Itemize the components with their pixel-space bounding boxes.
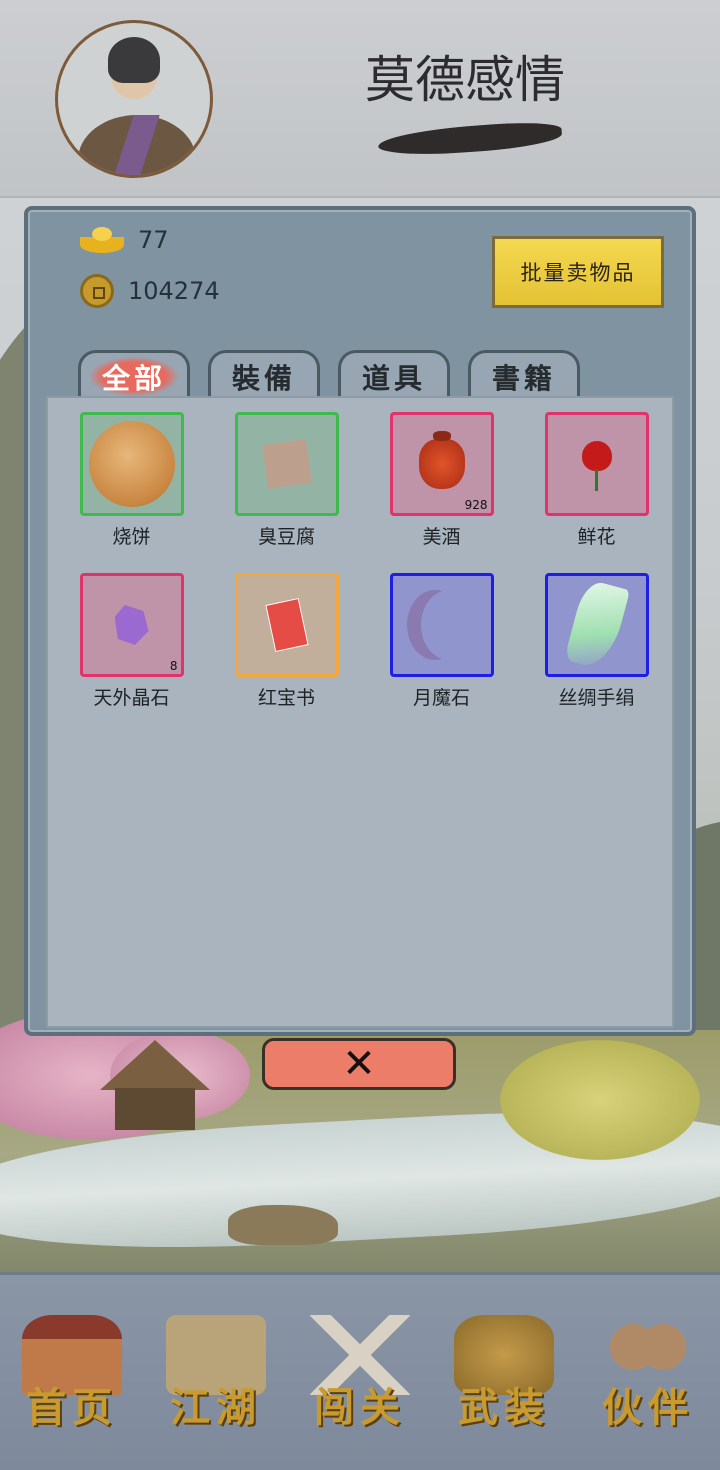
item-grid-area: 烧饼 臭豆腐 928 美酒 鲜花 8 天外晶石 红宝书 月魔石 丝绸手绢	[46, 396, 674, 1028]
item-slot[interactable]	[389, 573, 494, 677]
nav-home[interactable]: 首页	[0, 1275, 144, 1470]
nav-label: 首页	[26, 1384, 118, 1431]
nav-equipment[interactable]: 武装	[432, 1275, 576, 1470]
nav-label: 武装	[458, 1384, 550, 1431]
item-slot[interactable]	[234, 573, 339, 677]
item-slot[interactable]	[544, 573, 649, 677]
green-tree	[500, 1040, 700, 1160]
tofu-icon	[261, 439, 312, 489]
red-book-icon	[264, 597, 309, 653]
item-slot[interactable]	[79, 412, 184, 516]
item-name: 烧饼	[112, 526, 151, 548]
item-name: 月魔石	[412, 687, 470, 709]
item-name: 天外晶石	[93, 687, 170, 709]
player-header: 莫德感情	[0, 0, 720, 198]
gold-ingot-count: 77	[138, 226, 169, 254]
tab-props[interactable]: 道具	[338, 350, 450, 400]
inventory-panel: 77 104274 批量卖物品 全部 裝備 道具 書籍 烧饼 臭豆腐 928 美…	[24, 206, 696, 1036]
item-name: 红宝书	[257, 687, 315, 709]
inventory-tabs: 全部 裝備 道具 書籍	[78, 350, 580, 400]
close-icon: ✕	[342, 1041, 376, 1087]
nav-challenge[interactable]: 闯关	[288, 1275, 432, 1470]
tab-all[interactable]: 全部	[78, 350, 190, 400]
moon-stone-icon	[421, 590, 477, 660]
player-avatar[interactable]	[55, 20, 213, 178]
player-name: 莫德感情	[365, 51, 565, 109]
item-slot[interactable]	[544, 412, 649, 516]
thatched-hut	[100, 1040, 210, 1130]
item-quantity: 928	[464, 498, 488, 512]
silk-handkerchief-icon	[563, 578, 630, 672]
gold-ingot-icon	[80, 227, 124, 253]
item-name: 鲜花	[577, 526, 616, 548]
inventory-item[interactable]: 鲜花	[519, 412, 674, 549]
rose-icon	[581, 441, 612, 492]
close-button[interactable]: ✕	[262, 1038, 456, 1090]
nav-label: 江湖	[170, 1384, 262, 1431]
item-name: 美酒	[422, 526, 461, 548]
bulk-sell-button[interactable]: 批量卖物品	[492, 236, 664, 308]
inventory-item[interactable]: 928 美酒	[364, 412, 519, 549]
nav-jianghu[interactable]: 江湖	[144, 1275, 288, 1470]
inventory-item[interactable]: 烧饼	[54, 412, 209, 549]
nav-companions[interactable]: 伙伴	[576, 1275, 720, 1470]
inventory-item[interactable]: 臭豆腐	[209, 412, 364, 549]
inventory-item[interactable]: 红宝书	[209, 573, 364, 710]
coin-balance: 104274	[80, 274, 220, 308]
tab-equipment[interactable]: 裝備	[208, 350, 320, 400]
wine-jar-icon	[418, 431, 465, 489]
item-slot[interactable]: 928	[389, 412, 494, 516]
nav-label: 伙伴	[602, 1384, 694, 1431]
item-slot[interactable]: 8	[79, 573, 184, 677]
ink-brush-stroke	[377, 119, 563, 159]
river-rock	[228, 1205, 338, 1245]
bottom-nav: 首页 江湖 闯关 武装 伙伴	[0, 1272, 720, 1470]
item-slot[interactable]	[234, 412, 339, 516]
item-name: 丝绸手绢	[558, 687, 635, 709]
tab-books[interactable]: 書籍	[468, 350, 580, 400]
coin-count: 104274	[128, 277, 220, 305]
inventory-item[interactable]: 月魔石	[364, 573, 519, 710]
avatar-hair	[108, 37, 160, 83]
copper-coin-icon	[80, 274, 114, 308]
item-name: 臭豆腐	[257, 526, 315, 548]
nav-label: 闯关	[314, 1384, 406, 1431]
crystal-icon	[114, 605, 149, 645]
item-quantity: 8	[169, 659, 178, 673]
item-grid: 烧饼 臭豆腐 928 美酒 鲜花 8 天外晶石 红宝书 月魔石 丝绸手绢	[48, 398, 678, 710]
flatbread-icon	[88, 421, 175, 507]
inventory-item[interactable]: 丝绸手绢	[519, 573, 674, 710]
gold-ingot-balance: 77	[80, 226, 169, 254]
inventory-item[interactable]: 8 天外晶石	[54, 573, 209, 710]
